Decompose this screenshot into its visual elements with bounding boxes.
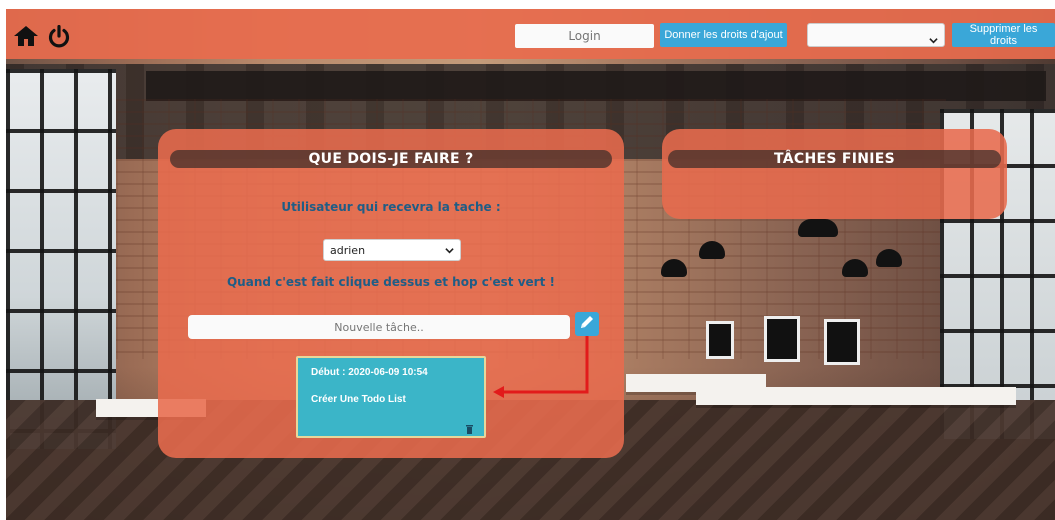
grant-add-rights-button[interactable]: Donner les droits d'ajout [660, 23, 787, 47]
trash-icon[interactable] [466, 419, 473, 438]
home-icon[interactable] [13, 25, 39, 51]
delete-rights-button[interactable]: Supprimer les droits [952, 23, 1055, 47]
monitor [706, 321, 734, 359]
recipient-select[interactable]: adrien [323, 239, 461, 261]
chevron-down-icon [445, 245, 454, 258]
pencil-icon [579, 314, 595, 334]
monitor [764, 316, 800, 362]
todo-panel-title: QUE DOIS-JE FAIRE ? [170, 150, 612, 168]
window-left [6, 69, 116, 449]
task-title: Créer Une Todo List [311, 394, 406, 405]
pendant-lamp [798, 219, 838, 237]
todo-panel: QUE DOIS-JE FAIRE ? Utilisateur qui rece… [158, 129, 624, 458]
chevron-down-icon [929, 30, 938, 49]
login-input[interactable] [515, 24, 654, 48]
desk [696, 387, 1016, 405]
top-bar: Donner les droits d'ajout Supprimer les … [6, 9, 1055, 59]
hint-text: Quand c'est fait clique dessus et hop c'… [226, 275, 555, 289]
recipient-select-value: adrien [330, 243, 366, 257]
recipient-label: Utilisateur qui recevra la tache : [281, 200, 501, 214]
done-panel: TÂCHES FINIES [662, 129, 1007, 219]
monitor [824, 319, 860, 365]
ceiling-beam [146, 71, 1046, 101]
rights-user-select[interactable] [807, 23, 945, 47]
power-icon[interactable] [47, 24, 71, 53]
new-task-input[interactable] [188, 315, 570, 339]
add-task-button[interactable] [575, 312, 599, 336]
task-date: Début : 2020-06-09 10:54 [311, 367, 428, 378]
task-card[interactable]: Début : 2020-06-09 10:54 Créer Une Todo … [296, 356, 486, 438]
done-panel-title: TÂCHES FINIES [668, 150, 1001, 168]
